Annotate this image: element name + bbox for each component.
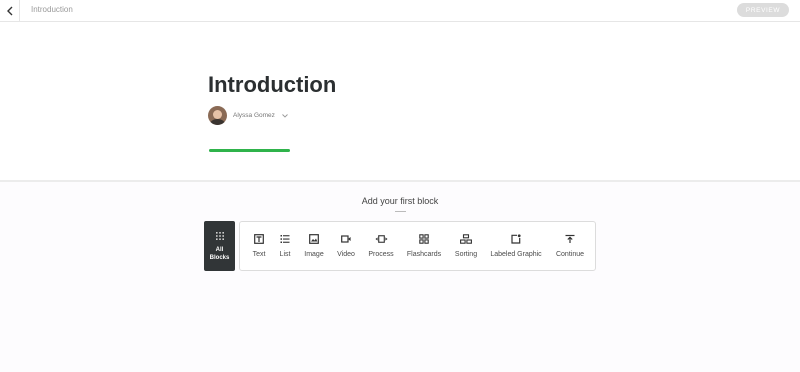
block-video[interactable]: Video: [333, 222, 359, 270]
back-button[interactable]: [0, 0, 20, 21]
block-labeled-graphic[interactable]: Labeled Graphic: [488, 222, 544, 270]
block-sorting[interactable]: Sorting: [451, 222, 481, 270]
progress-fill: [209, 149, 290, 152]
flashcards-icon: [419, 234, 429, 244]
topbar-title: Introduction: [31, 5, 73, 14]
avatar: [208, 106, 227, 125]
continue-icon: [565, 234, 575, 243]
block-list[interactable]: List: [273, 222, 297, 270]
add-block-heading: Add your first block: [361, 196, 439, 206]
all-blocks-label-line2: Blocks: [209, 255, 230, 261]
preview-button[interactable]: PREVIEW: [737, 3, 789, 17]
block-text[interactable]: Text: [246, 222, 272, 270]
author-selector[interactable]: Alyssa Gomez: [208, 106, 289, 125]
heading-underline: [395, 211, 406, 212]
list-icon: [280, 235, 290, 243]
top-bar: Introduction PREVIEW: [0, 0, 800, 22]
grid-icon: [215, 232, 224, 240]
all-blocks-label-line1: All: [215, 247, 224, 253]
text-icon: [254, 234, 264, 244]
author-name: Alyssa Gomez: [233, 112, 275, 119]
block-flashcards[interactable]: Flashcards: [404, 222, 444, 270]
labeled-graphic-icon: [511, 234, 521, 244]
image-icon: [309, 234, 319, 244]
block-picker-area: Add your first block All Blocks Text Lis…: [0, 182, 800, 372]
block-continue[interactable]: Continue: [552, 222, 588, 270]
block-process[interactable]: Process: [365, 222, 397, 270]
lesson-header: Introduction Alyssa Gomez: [0, 22, 800, 180]
block-image[interactable]: Image: [301, 222, 327, 270]
video-icon: [341, 235, 351, 243]
lesson-title[interactable]: Introduction: [208, 72, 336, 98]
chevron-down-icon: [281, 112, 289, 120]
chevron-left-icon: [6, 6, 12, 15]
process-icon: [374, 235, 388, 243]
all-blocks-button[interactable]: All Blocks: [204, 221, 235, 271]
progress-bar: [209, 149, 290, 152]
block-type-bar: Text List Image Video Process Flashcards…: [239, 221, 596, 271]
sorting-icon: [460, 234, 472, 244]
